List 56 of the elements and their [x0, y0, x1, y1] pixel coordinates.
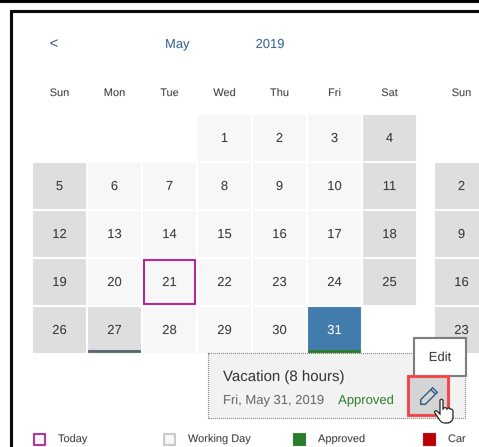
- day-cell[interactable]: 31: [308, 307, 361, 353]
- day-cell[interactable]: 21: [143, 259, 196, 305]
- day-cell[interactable]: 20: [88, 259, 141, 305]
- day-cell[interactable]: 9: [435, 211, 479, 257]
- day-cell[interactable]: 26: [33, 307, 86, 353]
- day-cell[interactable]: 17: [308, 211, 361, 257]
- day-cell[interactable]: 8: [198, 163, 251, 209]
- day-cell[interactable]: 13: [88, 211, 141, 257]
- day-cell[interactable]: 2: [435, 163, 479, 209]
- event-title: Vacation (8 hours): [223, 367, 344, 387]
- day-cell[interactable]: 15: [198, 211, 251, 257]
- day-cell[interactable]: 14: [143, 211, 196, 257]
- day-cell[interactable]: 29: [198, 307, 251, 353]
- day-cell[interactable]: 18: [363, 211, 416, 257]
- pencil-icon: [418, 385, 440, 407]
- day-cell[interactable]: 5: [33, 163, 86, 209]
- legend-label: Approved: [318, 432, 366, 447]
- edit-tooltip: Edit: [413, 337, 467, 377]
- weekday-label: Tue: [159, 86, 180, 101]
- day-cell[interactable]: 16: [253, 211, 306, 257]
- year-button[interactable]: 2019: [256, 34, 284, 54]
- weekday-label: Wed: [212, 86, 237, 101]
- previous-month-button[interactable]: <: [47, 32, 61, 56]
- day-cell[interactable]: 2: [253, 115, 306, 161]
- hand-cursor-icon: [434, 398, 454, 424]
- weekday-label: Fri: [327, 86, 342, 101]
- day-cell[interactable]: 3: [308, 115, 361, 161]
- legend-label: Working Day: [188, 432, 251, 447]
- weekday-label: Thu: [269, 86, 290, 101]
- month-button[interactable]: May: [165, 34, 190, 54]
- event-date: Fri, May 31, 2019: [223, 391, 324, 409]
- day-cell[interactable]: 22: [198, 259, 251, 305]
- edit-button[interactable]: [407, 375, 450, 417]
- day-cell[interactable]: 23: [253, 259, 306, 305]
- day-cell[interactable]: 11: [363, 163, 416, 209]
- legend-label: Car: [448, 432, 466, 447]
- weekday-label: Sun: [450, 86, 472, 101]
- status-label: Approved: [338, 391, 394, 409]
- weekday-label: Sun: [48, 86, 70, 101]
- day-cell[interactable]: 4: [363, 115, 416, 161]
- legend-label: Today: [58, 432, 88, 447]
- weekday-label: Sat: [380, 86, 399, 101]
- day-cell[interactable]: 27: [88, 307, 141, 353]
- day-cell[interactable]: 30: [253, 307, 306, 353]
- day-cell[interactable]: 24: [308, 259, 361, 305]
- day-cell[interactable]: 16: [435, 259, 479, 305]
- day-cell[interactable]: 19: [33, 259, 86, 305]
- day-cell[interactable]: 7: [143, 163, 196, 209]
- day-cell[interactable]: 9: [253, 163, 306, 209]
- day-cell[interactable]: 25: [363, 259, 416, 305]
- day-cell[interactable]: 6: [88, 163, 141, 209]
- day-cell[interactable]: 10: [308, 163, 361, 209]
- day-cell[interactable]: 28: [143, 307, 196, 353]
- weekday-label: Mon: [102, 86, 126, 101]
- day-cell[interactable]: 1: [198, 115, 251, 161]
- day-cell[interactable]: 12: [33, 211, 86, 257]
